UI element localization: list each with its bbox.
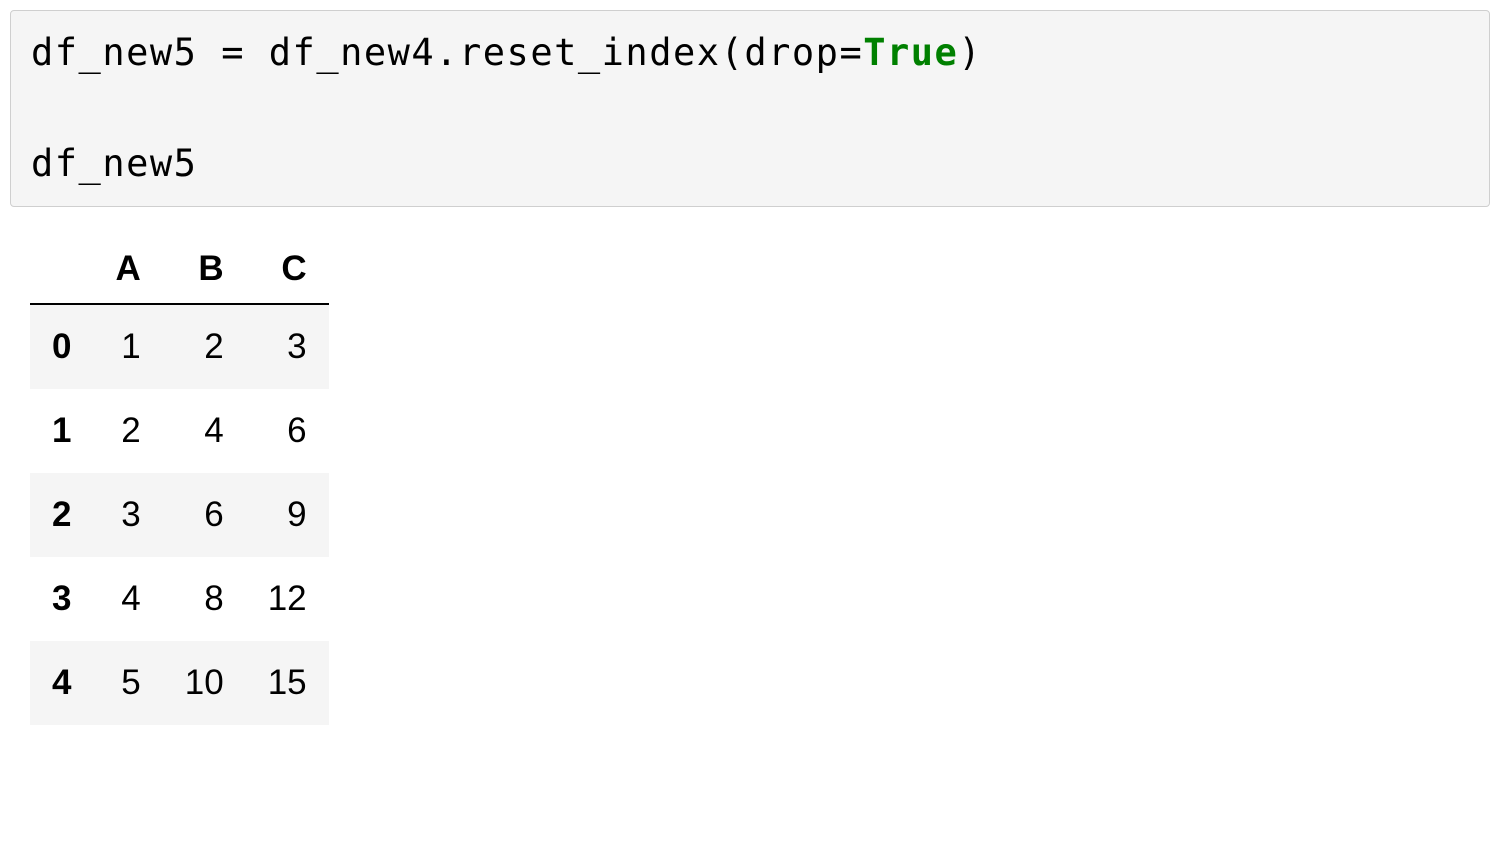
cell: 4 (93, 557, 162, 641)
code-token: drop (744, 31, 839, 74)
cell: 12 (246, 557, 329, 641)
table-header-row: A B C (30, 235, 329, 304)
cell: 4 (163, 389, 246, 473)
column-header: C (246, 235, 329, 304)
index-header (30, 235, 93, 304)
code-token: ) (958, 31, 982, 74)
column-header: B (163, 235, 246, 304)
row-index: 2 (30, 473, 93, 557)
cell: 8 (163, 557, 246, 641)
table-row: 4 5 10 15 (30, 641, 329, 725)
cell: 5 (93, 641, 162, 725)
table-row: 1 2 4 6 (30, 389, 329, 473)
cell: 2 (163, 304, 246, 389)
code-token: df_new5 (31, 142, 197, 185)
table-row: 2 3 6 9 (30, 473, 329, 557)
code-input-cell[interactable]: df_new5 = df_new4.reset_index(drop=True)… (10, 10, 1490, 207)
output-area: A B C 0 1 2 3 1 2 4 6 2 3 6 9 (30, 235, 1490, 725)
dataframe-table: A B C 0 1 2 3 1 2 4 6 2 3 6 9 (30, 235, 329, 725)
cell: 6 (246, 389, 329, 473)
code-token: ( (721, 31, 745, 74)
cell: 6 (163, 473, 246, 557)
code-token: df_new4 (245, 31, 435, 74)
cell: 9 (246, 473, 329, 557)
cell: 1 (93, 304, 162, 389)
row-index: 0 (30, 304, 93, 389)
code-token: df_new5 (31, 31, 221, 74)
row-index: 4 (30, 641, 93, 725)
cell: 3 (93, 473, 162, 557)
cell: 15 (246, 641, 329, 725)
cell: 10 (163, 641, 246, 725)
code-token: reset_index (459, 31, 721, 74)
cell: 3 (246, 304, 329, 389)
code-token: . (435, 31, 459, 74)
code-token: = (839, 31, 863, 74)
cell: 2 (93, 389, 162, 473)
row-index: 3 (30, 557, 93, 641)
row-index: 1 (30, 389, 93, 473)
table-row: 0 1 2 3 (30, 304, 329, 389)
table-row: 3 4 8 12 (30, 557, 329, 641)
column-header: A (93, 235, 162, 304)
code-token: = (221, 31, 245, 74)
code-token: True (863, 31, 958, 74)
